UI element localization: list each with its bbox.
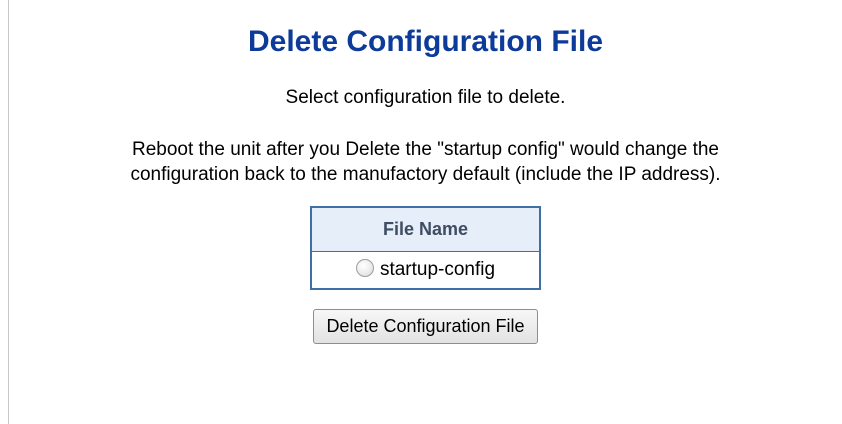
file-cell[interactable]: startup-config [311,251,540,289]
file-table-header-row: File Name [311,207,540,252]
file-name-column-header: File Name [311,207,540,252]
warning-text: Reboot the unit after you Delete the "st… [9,110,842,187]
file-name-label: startup-config [379,259,496,280]
content-area: Delete Configuration File Select configu… [9,0,842,344]
delete-configuration-file-button[interactable]: Delete Configuration File [313,309,538,344]
warning-line-1: Reboot the unit after you Delete the "st… [131,139,720,160]
table-row[interactable]: startup-config [311,251,540,289]
file-radio-button[interactable] [355,259,374,277]
file-table: File Name startup-config [310,206,541,290]
warning-line-2: configuration back to the manufactory de… [130,164,721,185]
page-title: Delete Configuration File [247,25,604,58]
page: Delete Configuration File Select configu… [0,0,842,424]
instruction-text: Select configuration file to delete. [285,87,566,108]
